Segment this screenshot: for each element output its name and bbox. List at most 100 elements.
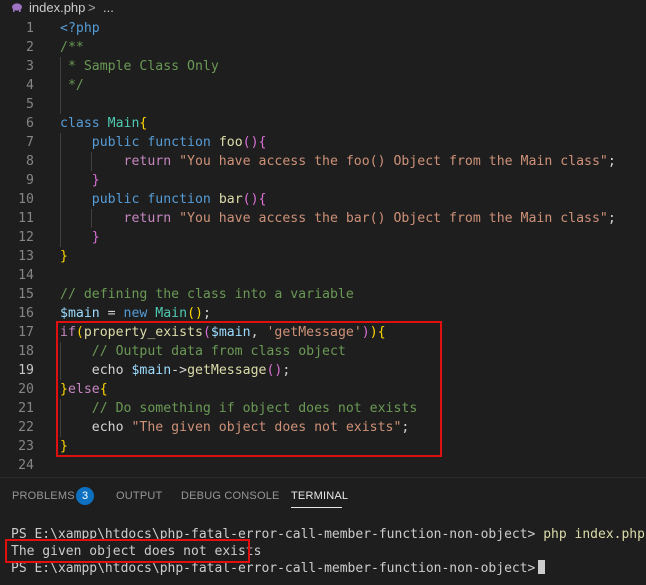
code-token: return: [123, 211, 180, 226]
line-number: 13: [18, 249, 34, 264]
code-line[interactable]: 9 }: [0, 171, 646, 190]
code-token: }: [91, 230, 100, 245]
tab-output[interactable]: OUTPUT: [116, 490, 162, 502]
code-line[interactable]: 13}: [0, 247, 646, 266]
line-number: 5: [26, 97, 34, 112]
line-number: 9: [26, 173, 34, 188]
code-token: return: [123, 154, 180, 169]
highlight-box-output: [5, 539, 250, 563]
code-text: */: [60, 76, 84, 95]
code-token: */: [60, 78, 84, 93]
code-token: ;: [607, 211, 616, 226]
code-token: (): [187, 306, 203, 321]
code-token: new: [123, 306, 156, 321]
code-line[interactable]: 4 */: [0, 76, 646, 95]
code-token: <?php: [60, 21, 100, 36]
bottom-panel: PROBLEMS 3 OUTPUT DEBUG CONSOLE TERMINAL…: [0, 477, 646, 585]
line-number: 20: [18, 382, 34, 397]
code-token: }: [60, 249, 68, 264]
line-number: 16: [18, 306, 34, 321]
code-text: * Sample Class Only: [60, 57, 219, 76]
code-line[interactable]: 11 return "You have access the bar() Obj…: [0, 209, 646, 228]
highlight-box-code: [56, 321, 442, 457]
code-line[interactable]: 1 <?php: [0, 19, 646, 38]
code-line[interactable]: 14: [0, 266, 646, 285]
tab-debug-console[interactable]: DEBUG CONSOLE: [181, 490, 280, 502]
code-line[interactable]: 15 // defining the class into a variable: [0, 285, 646, 304]
tab-problems[interactable]: PROBLEMS: [12, 490, 75, 502]
code-token: Main: [107, 116, 140, 131]
code-token: ;: [202, 306, 211, 321]
code-line[interactable]: 24: [0, 456, 646, 475]
breadcrumb-more[interactable]: ...: [103, 0, 114, 16]
php-file-icon: [12, 3, 22, 12]
line-number: 19: [18, 363, 34, 378]
tab-terminal[interactable]: TERMINAL: [291, 490, 348, 502]
code-line[interactable]: 6 class Main{: [0, 114, 646, 133]
code-token: Main: [155, 306, 188, 321]
code-text: public function foo(){: [60, 133, 267, 152]
code-token: /**: [60, 40, 84, 55]
breadcrumb: index.php > ...: [0, 0, 646, 18]
line-number: 24: [18, 458, 34, 473]
code-line[interactable]: 2 /**: [0, 38, 646, 57]
code-text: <?php: [60, 19, 100, 38]
code-token: // defining the class into a variable: [60, 287, 354, 302]
line-number: 4: [26, 78, 34, 93]
line-number: 23: [18, 439, 34, 454]
code-token: }: [91, 173, 100, 188]
line-number: 3: [26, 59, 34, 74]
terminal-prompt: PS E:\xampp\htdocs\php-fatal-error-call-…: [11, 561, 536, 576]
code-token: foo: [218, 135, 243, 150]
code-text: return "You have access the bar() Object…: [60, 209, 616, 228]
code-text: }: [60, 247, 68, 266]
line-number: 21: [18, 401, 34, 416]
code-token: * Sample Class Only: [60, 59, 219, 74]
line-number: 12: [18, 230, 34, 245]
code-token: public function: [91, 135, 219, 150]
terminal-command: php index.php: [543, 527, 645, 542]
line-number: 15: [18, 287, 34, 302]
code-line[interactable]: 7 public function foo(){: [0, 133, 646, 152]
code-token: public function: [91, 192, 219, 207]
code-line[interactable]: 3 * Sample Class Only: [0, 57, 646, 76]
terminal-cursor: [538, 560, 546, 574]
code-token: class: [60, 116, 108, 131]
line-number: 11: [18, 211, 34, 226]
code-token: "You have access the foo() Object from t…: [179, 154, 608, 169]
code-line[interactable]: 8 return "You have access the foo() Obje…: [0, 152, 646, 171]
line-number: 18: [18, 344, 34, 359]
code-line[interactable]: 10 public function bar(){: [0, 190, 646, 209]
line-number: 22: [18, 420, 34, 435]
breadcrumb-file[interactable]: index.php: [29, 0, 85, 16]
code-line[interactable]: 12 }: [0, 228, 646, 247]
breadcrumb-separator: >: [88, 0, 96, 15]
code-token: $main: [60, 306, 100, 321]
line-number: 1: [26, 21, 34, 36]
line-number: 8: [26, 154, 34, 169]
code-token: (){: [242, 192, 267, 207]
code-line[interactable]: 5: [0, 95, 646, 114]
code-token: {: [139, 116, 148, 131]
line-number: 14: [18, 268, 34, 283]
code-text: public function bar(){: [60, 190, 267, 209]
active-tab-indicator: [291, 507, 342, 508]
line-number: 7: [26, 135, 34, 150]
line-number: 6: [26, 116, 34, 131]
code-text: class Main{: [60, 114, 147, 133]
panel-tabs: PROBLEMS 3 OUTPUT DEBUG CONSOLE TERMINAL: [0, 478, 646, 513]
code-token: =: [99, 306, 124, 321]
code-token: (){: [242, 135, 267, 150]
code-text: return "You have access the foo() Object…: [60, 152, 616, 171]
code-token: ;: [607, 154, 616, 169]
line-number: 10: [18, 192, 34, 207]
code-text: }: [60, 171, 100, 190]
problems-count-badge: 3: [76, 487, 94, 505]
code-token: "You have access the bar() Object from t…: [179, 211, 608, 226]
